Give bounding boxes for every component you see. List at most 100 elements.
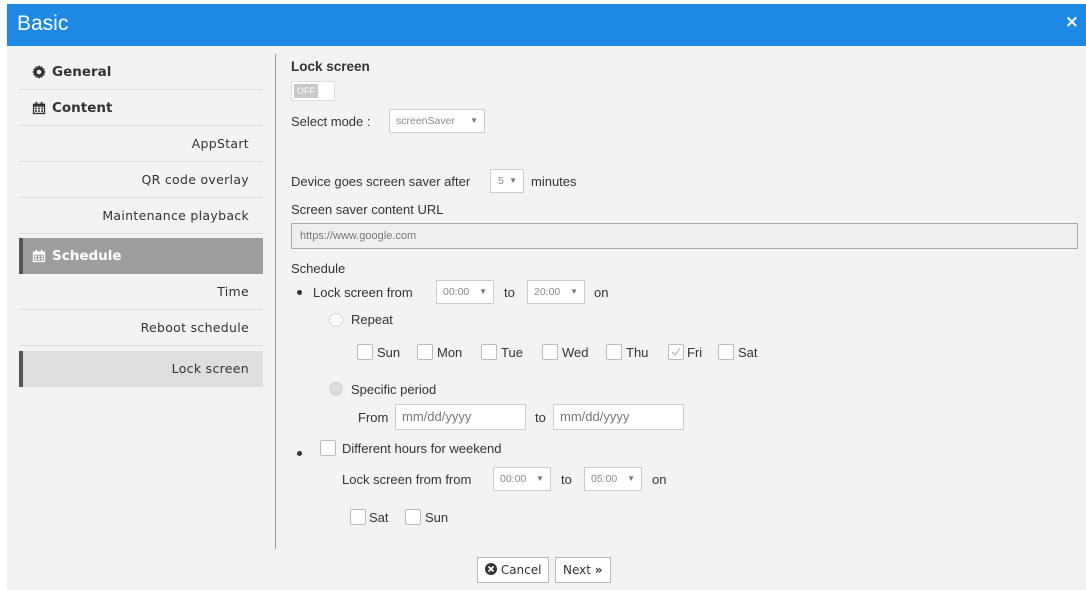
sidebar-item-label: General (52, 64, 112, 80)
mode-select[interactable]: screenSaver ▼ (389, 109, 485, 133)
sidebar-item-label: Lock screen (171, 361, 249, 376)
saver-minutes-select[interactable]: 5 ▼ (490, 169, 524, 193)
url-value: https://www.google.com (300, 230, 417, 242)
sidebar-item-maintenance-playback[interactable]: Maintenance playback (19, 198, 263, 234)
cancel-label: Cancel (500, 563, 542, 577)
weekend-from-value: 00:00 (500, 473, 527, 485)
date-to-label: to (535, 410, 546, 425)
cancel-button[interactable]: Cancel (477, 557, 550, 583)
minutes-label: minutes (531, 174, 577, 189)
cancel-icon (485, 563, 497, 575)
sidebar-item-schedule[interactable]: Schedule (19, 238, 263, 274)
day-label: Sat (369, 510, 389, 525)
from-time-value: 00:00 (443, 286, 470, 298)
screen-saver-label: Device goes screen saver after (291, 174, 471, 189)
day-checkbox-fri[interactable] (668, 344, 684, 360)
close-icon[interactable]: × (1065, 13, 1079, 31)
day-label: Thu (626, 345, 649, 360)
weekend-lock-label: Lock screen from from (342, 472, 472, 487)
sidebar-item-lock-screen[interactable]: Lock screen (19, 351, 263, 387)
day-label: Mon (437, 345, 463, 360)
list-bullet (297, 451, 302, 456)
weekend-checkbox-sun[interactable] (405, 509, 421, 525)
sidebar-item-label: Schedule (52, 248, 122, 264)
date-from-input[interactable]: mm/dd/yyyy (395, 404, 526, 430)
sidebar: General Content AppStart QR code overlay (19, 54, 263, 387)
chevron-down-icon: ▼ (509, 176, 517, 185)
from-time-select[interactable]: 00:00 ▼ (436, 280, 494, 304)
to-label: to (561, 472, 572, 487)
day-checkbox-mon[interactable] (417, 344, 433, 360)
day-checkbox-thu[interactable] (606, 344, 622, 360)
calendar-icon (32, 101, 46, 115)
specific-period-label: Specific period (351, 382, 437, 397)
chevron-down-icon: ▼ (479, 287, 487, 296)
date-from-label: From (358, 410, 389, 425)
lock-screen-toggle[interactable]: OFF (291, 81, 335, 101)
weekend-checkbox[interactable] (320, 440, 336, 456)
day-label: Tue (501, 345, 523, 360)
next-button[interactable]: Next » (555, 557, 611, 583)
day-label: Wed (562, 345, 589, 360)
chevron-down-icon: ▼ (570, 287, 578, 296)
double-chevron-right-icon: » (594, 563, 603, 577)
sidebar-item-general[interactable]: General (19, 54, 263, 90)
chevron-down-icon: ▼ (536, 474, 544, 483)
weekend-from-time-select[interactable]: 00:00 ▼ (493, 467, 551, 491)
next-label: Next (563, 563, 591, 577)
select-mode-label: Select mode : (291, 114, 371, 129)
sidebar-item-label: QR code overlay (141, 172, 249, 187)
to-time-select[interactable]: 20:00 ▼ (527, 280, 585, 304)
checkmark-icon (671, 347, 681, 357)
specific-period-radio[interactable] (329, 382, 343, 396)
day-label: Sun (425, 510, 449, 525)
day-checkbox-sun[interactable] (357, 344, 373, 360)
mode-select-value: screenSaver (396, 115, 455, 127)
dialog-title: Basic (17, 12, 69, 35)
sidebar-item-time[interactable]: Time (19, 274, 263, 310)
saver-minutes-value: 5 (498, 175, 504, 187)
repeat-label: Repeat (351, 312, 393, 327)
calendar-icon (32, 249, 46, 263)
dialog-body: General Content AppStart QR code overlay (7, 46, 1086, 590)
weekend-to-time-select[interactable]: 05:00 ▼ (584, 467, 642, 491)
to-label: to (504, 285, 515, 300)
list-bullet (297, 290, 302, 295)
weekend-to-value: 05:00 (591, 473, 618, 485)
url-label: Screen saver content URL (291, 202, 444, 217)
date-to-input[interactable]: mm/dd/yyyy (553, 404, 684, 430)
lock-screen-title: Lock screen (291, 59, 370, 74)
on-label: on (652, 472, 667, 487)
repeat-radio[interactable] (329, 313, 343, 327)
date-placeholder: mm/dd/yyyy (402, 409, 472, 424)
date-placeholder: mm/dd/yyyy (560, 409, 630, 424)
day-label: Fri (687, 345, 703, 360)
day-label: Sat (738, 345, 758, 360)
sidebar-item-appstart[interactable]: AppStart (19, 126, 263, 162)
chevron-down-icon: ▼ (627, 474, 635, 483)
day-checkbox-tue[interactable] (481, 344, 497, 360)
day-checkbox-sat[interactable] (718, 344, 734, 360)
weekend-checkbox-sat[interactable] (350, 509, 366, 525)
divider (275, 54, 276, 549)
lock-from-label: Lock screen from (313, 285, 413, 300)
sidebar-item-content[interactable]: Content (19, 90, 263, 126)
chevron-down-icon: ▼ (470, 116, 478, 125)
sidebar-item-label: Time (217, 284, 249, 299)
on-label: on (594, 285, 609, 300)
to-time-value: 20:00 (534, 286, 561, 298)
sidebar-item-qr-code-overlay[interactable]: QR code overlay (19, 162, 263, 198)
sidebar-item-label: Maintenance playback (102, 208, 249, 223)
weekend-label: Different hours for weekend (342, 441, 502, 456)
toggle-state-label: OFF (294, 84, 318, 98)
sidebar-item-label: Content (52, 100, 113, 116)
sidebar-item-reboot-schedule[interactable]: Reboot schedule (19, 310, 263, 346)
sidebar-item-label: AppStart (191, 136, 249, 151)
dialog-titlebar: Basic × (7, 4, 1086, 46)
day-label: Sun (377, 345, 401, 360)
screen-saver-url-input[interactable]: https://www.google.com (291, 223, 1078, 249)
sidebar-item-label: Reboot schedule (140, 320, 249, 335)
day-checkbox-wed[interactable] (542, 344, 558, 360)
schedule-title: Schedule (291, 261, 346, 276)
gear-icon (32, 65, 46, 79)
